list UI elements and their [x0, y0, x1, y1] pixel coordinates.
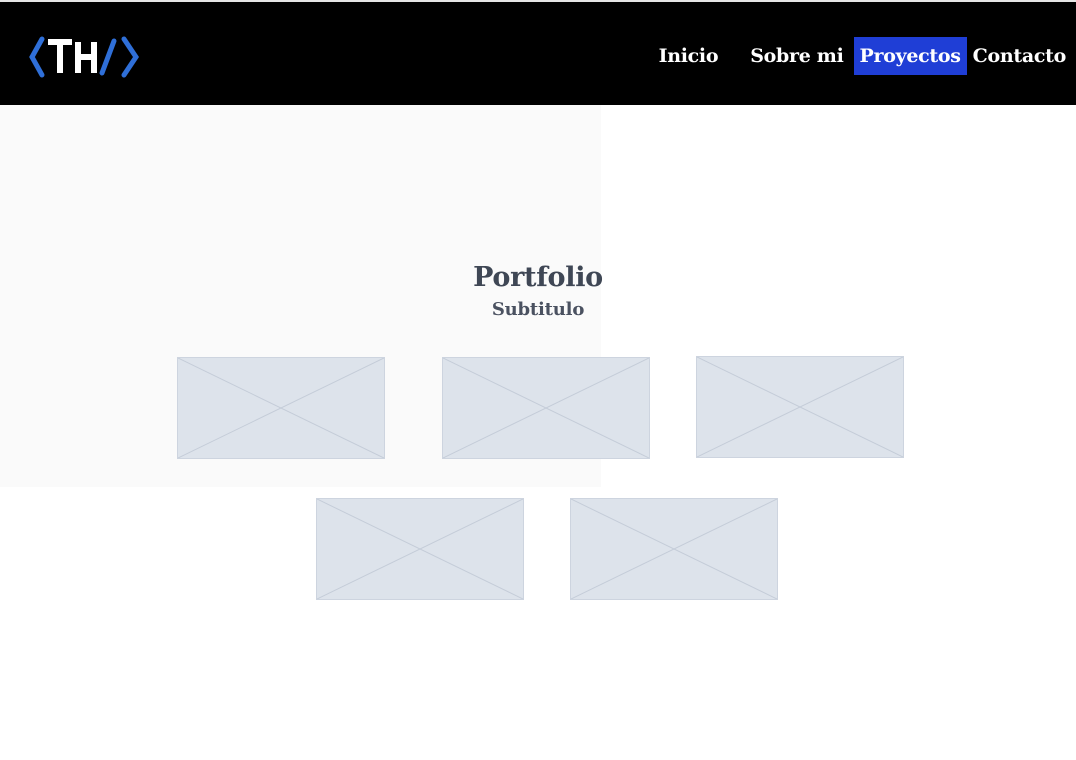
- main-nav: Inicio Sobre mi Proyectos Contacto: [653, 37, 1072, 75]
- page: Inicio Sobre mi Proyectos Contacto Portf…: [0, 0, 1076, 760]
- nav-link-inicio[interactable]: Inicio: [653, 37, 725, 75]
- nav-link-proyectos[interactable]: Proyectos: [853, 37, 967, 75]
- image-placeholder-icon: [443, 358, 649, 458]
- navbar: Inicio Sobre mi Proyectos Contacto: [0, 0, 1076, 105]
- portfolio-subtitle: Subtitulo: [491, 299, 585, 320]
- nav-link-sobre-mi[interactable]: Sobre mi: [744, 37, 849, 75]
- project-thumbnail-5[interactable]: [570, 498, 778, 600]
- project-thumbnail-4[interactable]: [316, 498, 524, 600]
- portfolio-title: Portfolio: [473, 262, 603, 293]
- nav-link-contacto[interactable]: Contacto: [967, 37, 1072, 75]
- image-placeholder-icon: [317, 499, 523, 599]
- image-placeholder-icon: [178, 358, 384, 458]
- th-logo-icon[interactable]: [28, 35, 140, 79]
- project-thumbnail-1[interactable]: [177, 357, 385, 459]
- project-thumbnail-3[interactable]: [696, 356, 904, 458]
- image-placeholder-icon: [571, 499, 777, 599]
- image-placeholder-icon: [697, 357, 903, 457]
- project-thumbnail-2[interactable]: [442, 357, 650, 459]
